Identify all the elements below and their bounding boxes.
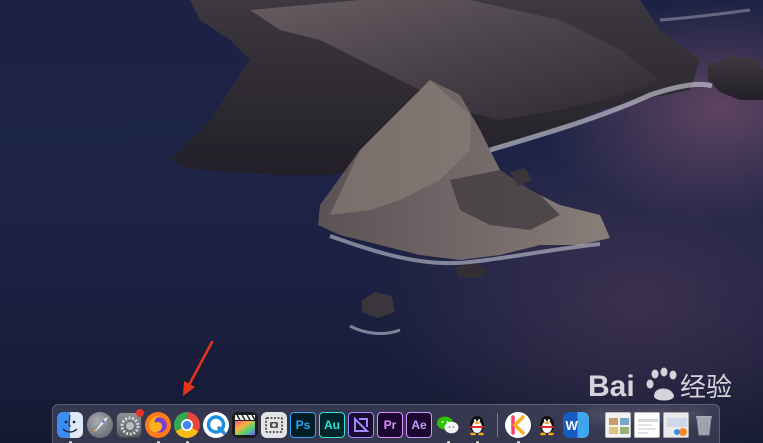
photoshop-icon[interactable]: Ps bbox=[290, 412, 316, 438]
qq-penguin-icon[interactable] bbox=[534, 412, 560, 438]
downloads-stack-icon[interactable] bbox=[663, 412, 689, 438]
svg-text:经验: 经验 bbox=[680, 373, 732, 403]
audition-icon[interactable]: Au bbox=[319, 412, 345, 438]
clapperboard-icon[interactable] bbox=[232, 412, 258, 438]
chrome-style-browser-icon[interactable] bbox=[174, 412, 200, 438]
qq-penguin-icon[interactable] bbox=[464, 412, 490, 438]
baidu-logo: Bai 经验 bbox=[588, 367, 732, 403]
notification-badge bbox=[136, 409, 144, 417]
paw-icon bbox=[646, 367, 677, 401]
premiere-icon[interactable]: Pr bbox=[377, 412, 403, 438]
launchpad-rocket-icon[interactable] bbox=[87, 412, 113, 438]
finder-icon[interactable] bbox=[57, 412, 83, 438]
dock[interactable]: Ps Au Pr Ae W bbox=[52, 404, 720, 443]
wechat-icon[interactable] bbox=[435, 412, 461, 438]
k-app-icon[interactable] bbox=[505, 412, 531, 438]
svg-text:Bai: Bai bbox=[588, 370, 635, 403]
media-encoder-icon[interactable] bbox=[348, 412, 374, 438]
screenshot-icon[interactable] bbox=[261, 412, 287, 438]
quicktime-q-icon[interactable] bbox=[203, 412, 229, 438]
dock-divider bbox=[497, 413, 498, 437]
after-effects-label: Ae bbox=[411, 418, 427, 432]
after-effects-icon[interactable]: Ae bbox=[406, 412, 432, 438]
photoshop-label: Ps bbox=[295, 418, 311, 432]
firefox-icon[interactable] bbox=[145, 412, 171, 438]
desktop[interactable]: Bai 经验 jingyan.baidu.com bbox=[0, 0, 763, 443]
image-thumbnail-icon[interactable] bbox=[605, 412, 631, 438]
premiere-label: Pr bbox=[383, 418, 397, 432]
trash-icon[interactable] bbox=[691, 412, 717, 438]
svg-text:W: W bbox=[566, 418, 579, 433]
image-thumbnail-icon[interactable] bbox=[634, 412, 660, 438]
audition-label: Au bbox=[324, 418, 340, 432]
word-icon[interactable]: W bbox=[563, 412, 589, 438]
